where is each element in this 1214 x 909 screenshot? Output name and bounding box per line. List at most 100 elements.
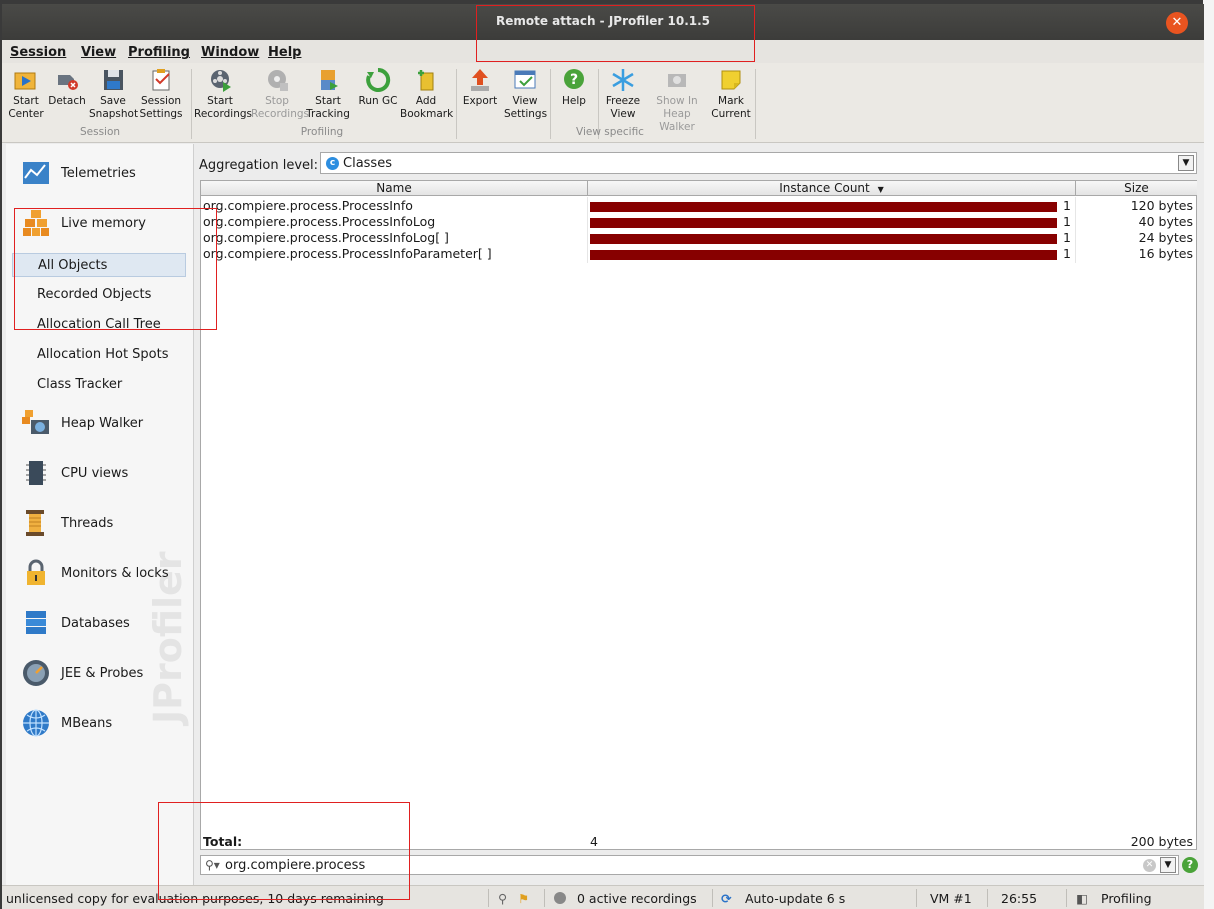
flag-icon[interactable]: ⚑ [518,891,529,906]
row-count: 1 [1063,230,1071,245]
close-button[interactable]: ✕ [1166,12,1188,34]
tracking-icon [321,70,338,90]
camera-icon [668,74,686,87]
sidebar-item-label: Threads [61,516,114,531]
column-header-instance-count-label: Instance Count [779,181,870,195]
instance-count-bar [590,250,1057,260]
show-in-heap-walker-label-1: Show In [656,95,698,107]
toolbar-separator [755,69,756,139]
sidebar-item-heap-walker[interactable]: Heap Walker [6,404,194,444]
highlight-box-title [476,5,755,62]
instance-count-bar [590,234,1057,244]
floppy-disk-icon [104,70,123,90]
sidebar-subitem-allocation-hot-spots[interactable]: Allocation Hot Spots [12,343,186,367]
save-snapshot-label-2: Snapshot [89,108,139,120]
sidebar-subitem-class-tracker[interactable]: Class Tracker [12,373,186,397]
table-row[interactable]: org.compiere.process.ProcessInfoLog[ ] 1… [201,230,1196,246]
view-settings-label-2: Settings [504,108,548,120]
pin-icon[interactable]: ⚲ [498,891,507,906]
aggregation-level-label: Aggregation level: [199,158,318,173]
sidebar-item-monitors-locks[interactable]: Monitors & locks [6,554,194,594]
sidebar-item-label: JEE & Probes [61,666,144,681]
start-tracking-label-1: Start [315,95,341,107]
status-separator [544,889,545,907]
mark-current-button[interactable]: Mark Current [710,67,752,121]
session-settings-button[interactable]: Session Settings [139,67,183,121]
menu-window[interactable]: Window [201,45,259,60]
run-gc-button[interactable]: Run GC [357,67,399,108]
sort-descending-icon: ▼ [877,185,884,194]
stop-recordings-button[interactable]: Stop Recordings [251,67,309,121]
help-button[interactable]: ? Help [555,67,593,108]
menu-profiling[interactable]: Profiling [128,45,190,60]
chevron-down-icon[interactable]: ▼ [1178,155,1194,171]
row-size: 24 bytes [1138,230,1193,245]
sidebar-item-label: MBeans [61,716,113,731]
sidebar-item-databases[interactable]: Databases [6,604,194,644]
menu-help[interactable]: Help [268,45,301,60]
toolbar: Start Center Detach Save Snapshot Session S… [2,63,1204,143]
view-settings-button[interactable]: View Settings [504,67,548,121]
view-settings-label-1: View [512,95,538,107]
row-size: 40 bytes [1138,214,1193,229]
group-session-label: Session [79,126,121,138]
add-bookmark-button[interactable]: Add Bookmark [400,67,453,121]
table-row[interactable]: org.compiere.process.ProcessInfoLog 1 40… [201,214,1196,230]
column-header-name[interactable]: Name [201,181,588,196]
export-button[interactable]: Export [460,67,500,108]
start-recordings-button[interactable]: Start Recordings [194,67,252,121]
menu-session[interactable]: Session [10,45,66,60]
status-separator [1066,889,1067,907]
sidebar-item-telemetries[interactable]: Telemetries [6,154,194,194]
sidebar-item-jee-probes[interactable]: JEE & Probes [6,654,194,694]
column-header-size[interactable]: Size [1076,181,1197,196]
help-icon: ? [564,69,584,89]
freeze-view-label-2: View [610,108,636,120]
start-center-label-2: Center [8,108,44,120]
save-snapshot-button[interactable]: Save Snapshot [89,67,139,121]
start-tracking-label-2: Tracking [306,108,350,120]
row-size: 16 bytes [1138,246,1193,261]
table-row[interactable]: org.compiere.process.ProcessInfo 1 120 b… [201,198,1196,214]
lock-icon [27,559,45,585]
show-in-heap-walker-button[interactable]: Show In Heap Walker [647,67,707,134]
desktop-background-right [1203,0,1214,909]
column-header-instance-count[interactable]: Instance Count ▼ [588,181,1076,196]
clear-icon[interactable]: ✕ [1143,859,1156,872]
sidebar-item-mbeans[interactable]: MBeans [6,704,194,744]
detach-button[interactable]: Detach [48,67,86,108]
profiling-plug-icon: ◧ [1076,891,1088,906]
globe-icon [23,709,49,737]
sidebar-item-label: Telemetries [61,166,136,181]
freeze-view-button[interactable]: Freeze View [602,67,644,121]
row-count: 1 [1063,246,1071,261]
start-recordings-label-1: Start [207,95,233,107]
recycle-icon [366,67,391,92]
sidebar-item-cpu-views[interactable]: CPU views [6,454,194,494]
threads-spool-icon [26,510,44,536]
aggregation-level-select[interactable]: c Classes ▼ [320,152,1197,174]
sidebar-item-threads[interactable]: Threads [6,504,194,544]
highlight-box-search [158,802,410,900]
help-icon[interactable]: ? [1182,857,1198,873]
auto-update-status[interactable]: Auto-update 6 s [745,891,845,906]
menu-view[interactable]: View [81,45,116,60]
start-tracking-button[interactable]: Start Tracking [306,67,350,121]
instance-count-bar [590,218,1057,228]
refresh-icon[interactable]: ⟳ [721,891,731,906]
chevron-down-icon[interactable]: ▼ [1160,857,1176,873]
mark-current-label-2: Current [711,108,751,120]
elapsed-time: 26:55 [1001,891,1038,906]
jprofiler-window: Remote attach - JProfiler 10.1.5 ✕ Sessi… [2,4,1204,909]
bookmark-icon [418,70,434,91]
highlight-box-live-memory [14,208,217,330]
total-count: 4 [590,834,598,849]
snowflake-icon [612,69,634,91]
table-row[interactable]: org.compiere.process.ProcessInfoParamete… [201,246,1196,262]
start-center-button[interactable]: Start Center [8,67,44,121]
toolbar-separator [550,69,551,139]
mark-current-label-1: Mark [718,95,744,107]
row-name: org.compiere.process.ProcessInfoLog[ ] [203,230,449,245]
film-reel-stop-icon [268,70,288,91]
aggregation-level-value: Classes [343,156,392,171]
